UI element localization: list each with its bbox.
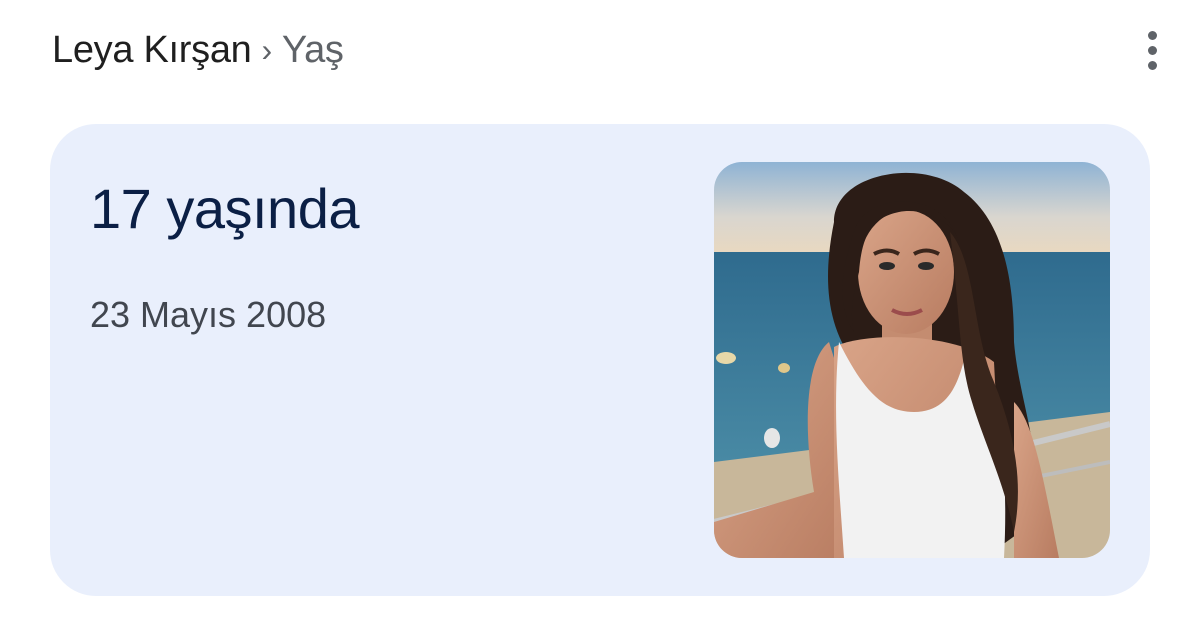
breadcrumb: Leya Kırşan › Yaş bbox=[52, 24, 344, 76]
breadcrumb-attribute: Yaş bbox=[281, 29, 344, 71]
header-bar: Leya Kırşan › Yaş bbox=[0, 0, 1200, 100]
more-vert-icon-dot bbox=[1147, 45, 1157, 55]
age-answer: 17 yaşında bbox=[90, 177, 359, 240]
more-vert-icon-dot bbox=[1147, 60, 1157, 70]
portrait-image bbox=[714, 162, 1110, 558]
profile-photo[interactable] bbox=[714, 162, 1110, 558]
more-vert-icon bbox=[1147, 30, 1157, 40]
birth-date: 23 Mayıs 2008 bbox=[90, 294, 327, 335]
breadcrumb-entity[interactable]: Leya Kırşan bbox=[52, 24, 252, 76]
breadcrumb-chevron-icon: › bbox=[261, 32, 272, 68]
more-options-button[interactable] bbox=[1132, 26, 1172, 74]
answer-card: 17 yaşında 23 Mayıs 2008 bbox=[50, 124, 1150, 596]
